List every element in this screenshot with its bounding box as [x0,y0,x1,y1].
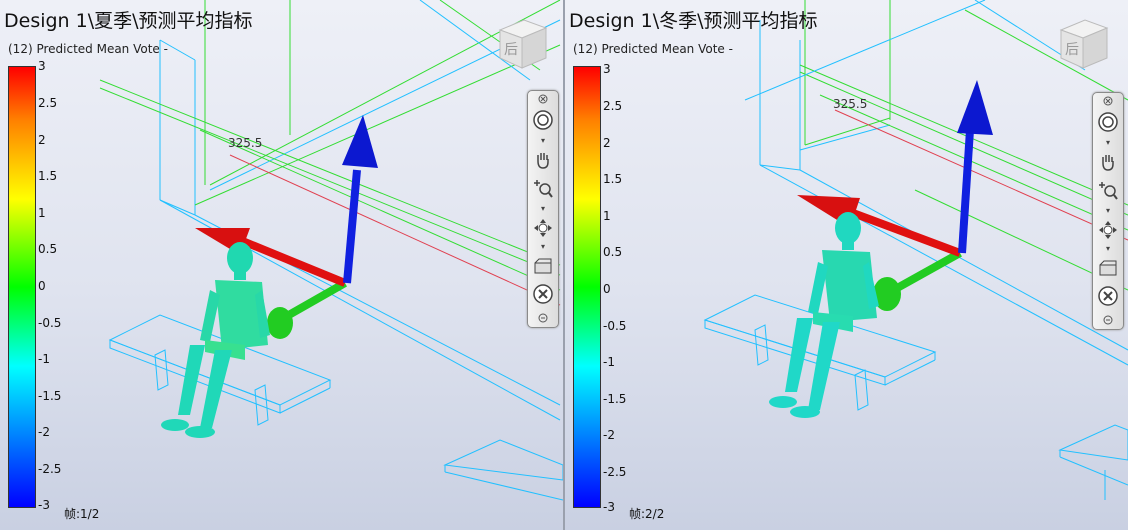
navigation-toolbar: ▾ ▾ ▾ [1092,92,1124,330]
dropdown-icon[interactable]: ▾ [1102,205,1114,215]
pan-hand-icon[interactable] [532,149,554,171]
view-cube-label: 后 [504,42,518,58]
viewport-right[interactable]: Design 1\冬季\预测平均指标 (12) Predicted Mean V… [565,0,1128,530]
dropdown-icon[interactable]: ▾ [537,135,549,145]
pan-hand-icon[interactable] [1097,151,1119,173]
view-cube-label: 后 [1065,42,1079,58]
view-title: Design 1\冬季\预测平均指标 [569,10,818,32]
viewport-left[interactable]: Design 1\夏季\预测平均指标 (12) Predicted Mean V… [0,0,563,530]
close-icon[interactable] [537,94,549,104]
legend-tick: 3 [38,59,46,73]
zoom-icon[interactable] [1097,179,1119,201]
walk-icon[interactable] [1097,219,1119,241]
view-title: Design 1\夏季\预测平均指标 [4,10,253,32]
frame-indicator: 帧:2/2 [629,507,665,521]
legend-tick: -3 [603,500,615,514]
legend-tick: -1.5 [603,392,627,406]
zoom-icon[interactable] [532,177,554,199]
walk-icon[interactable] [532,217,554,239]
dropdown-icon[interactable]: ▾ [1102,243,1114,253]
scene-3d-right[interactable] [565,0,1128,530]
legend-tick: 0.5 [603,245,623,259]
legend-tick: -1 [603,355,615,369]
legend-tick: 2.5 [38,96,58,110]
legend-tick: 3 [603,62,611,76]
dimension-label: 325.5 [228,136,263,150]
legend-tick: 2.5 [603,99,623,113]
human-figure-left [161,242,270,438]
dropdown-icon[interactable]: ▾ [537,241,549,251]
legend-tick: 2 [603,136,611,150]
legend-tick: -2 [603,428,615,442]
legend-tick: 1.5 [38,169,58,183]
legend-tick: 1 [38,206,46,220]
legend-tick: -3 [38,498,50,512]
legend-tick: 0 [603,282,611,296]
legend-tick: -0.5 [38,316,62,330]
orbit-icon[interactable] [1097,111,1119,133]
legend-tick: -2.5 [38,462,62,476]
section-icon[interactable] [1097,257,1119,279]
legend-tick: 0 [38,279,46,293]
fit-view-icon[interactable] [1097,285,1119,307]
legend-tick: -1 [38,352,50,366]
orbit-icon[interactable] [532,109,554,131]
legend-tick: -2.5 [603,465,627,479]
section-icon[interactable] [532,255,554,277]
legend-tick: -1.5 [38,389,62,403]
view-cube[interactable]: 后 [492,12,552,72]
close-icon[interactable] [1102,96,1114,106]
frame-indicator: 帧:1/2 [64,507,100,521]
view-cube[interactable]: 后 [1053,12,1113,72]
fit-view-icon[interactable] [532,283,554,305]
legend-tick: -0.5 [603,319,627,333]
legend-tick: 2 [38,133,46,147]
scene-3d-left[interactable] [0,0,563,530]
close-small-icon[interactable] [1102,315,1114,325]
legend-tick: 0.5 [38,242,58,256]
dropdown-icon[interactable]: ▾ [1102,137,1114,147]
color-scale-bar [573,66,601,508]
close-small-icon[interactable] [537,313,549,323]
human-figure-right [769,212,879,418]
color-scale-bar [8,66,36,508]
legend-tick: 1 [603,209,611,223]
navigation-toolbar: ▾ ▾ ▾ [527,90,559,328]
legend-title: (12) Predicted Mean Vote - [573,42,733,56]
legend-tick: 1.5 [603,172,623,186]
dimension-label: 325.5 [833,97,868,111]
legend-tick: -2 [38,425,50,439]
dropdown-icon[interactable]: ▾ [537,203,549,213]
legend-title: (12) Predicted Mean Vote - [8,42,168,56]
